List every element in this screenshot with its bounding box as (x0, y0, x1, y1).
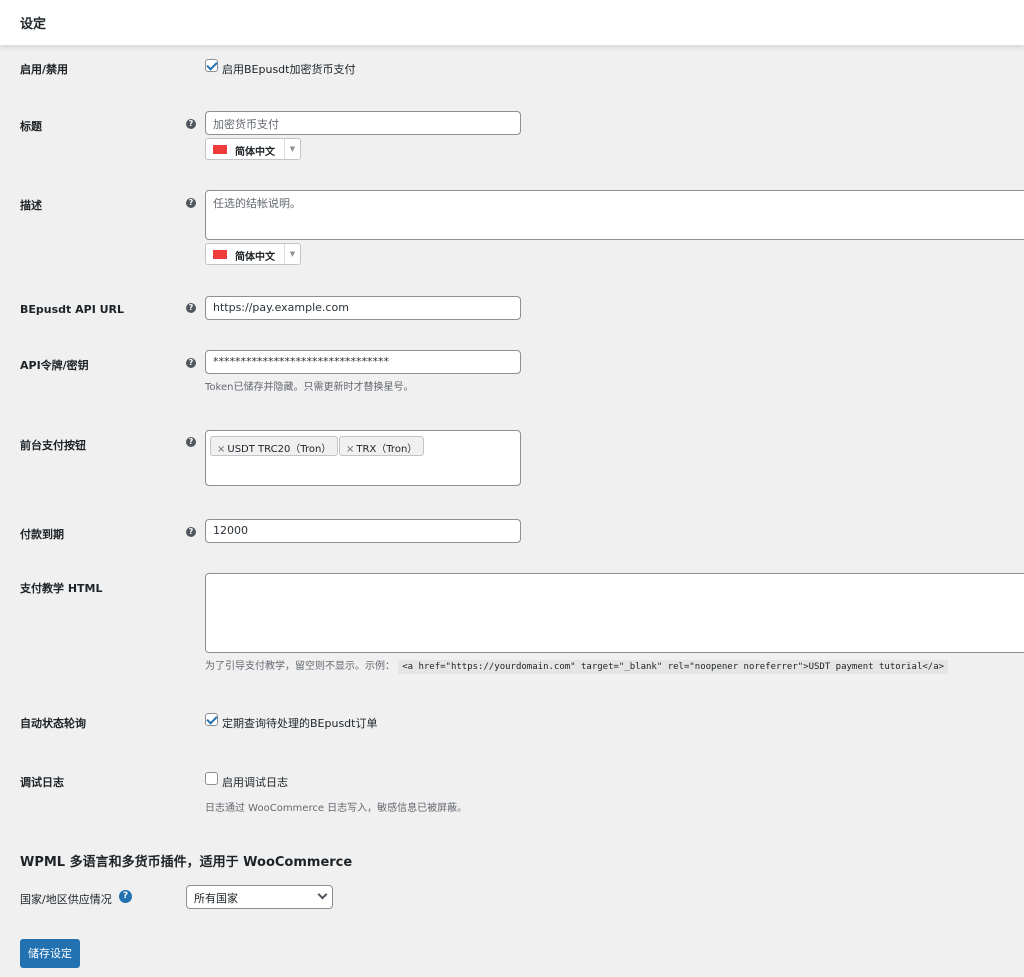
debug-log-checkbox[interactable] (205, 772, 218, 785)
title-language-select[interactable]: 简体中文 ▼ (205, 138, 301, 160)
api-token-label: API令牌/密钥 (20, 359, 89, 372)
page-title: 设定 (20, 17, 47, 32)
debug-log-label: 调试日志 (20, 776, 64, 789)
payment-buttons-label: 前台支付按钮 (20, 439, 86, 452)
auto-poll-label: 自动状态轮询 (20, 717, 86, 730)
payment-buttons-help-icon[interactable]: ? (186, 437, 196, 447)
api-token-input[interactable]: ******************************** (205, 350, 521, 374)
payment-buttons-multiselect[interactable]: × USDT TRC20（Tron） × TRX（Tron） (205, 430, 521, 486)
remove-tag-icon[interactable]: × (217, 444, 225, 455)
country-availability-label: 国家/地区供应情况 (20, 893, 112, 906)
enable-checkbox[interactable] (205, 59, 218, 72)
tutorial-html-description: 为了引导支付教学，留空则不显示。示例： <a href="https://you… (205, 657, 949, 674)
settings-header: 设定 (0, 0, 1024, 45)
auto-poll-checkbox-label: 定期查询待处理的BEpusdt订单 (222, 717, 378, 730)
country-select[interactable]: 所有国家 (186, 885, 333, 909)
chevron-down-icon (317, 889, 328, 900)
api-token-help-icon[interactable]: ? (186, 358, 196, 368)
description-help-icon[interactable]: ? (186, 198, 196, 208)
description-language-select[interactable]: 简体中文 ▼ (205, 243, 301, 265)
title-input[interactable]: 加密货币支付 (205, 111, 521, 135)
debug-log-description: 日志通过 WooCommerce 日志写入，敏感信息已被屏蔽。 (205, 803, 468, 814)
wpml-section-title: WPML 多语言和多货币插件，适用于 WooCommerce (20, 855, 353, 870)
country-select-value: 所有国家 (194, 892, 238, 905)
enable-checkbox-label: 启用BEpusdt加密货币支付 (222, 63, 356, 76)
tutorial-help-text: 为了引导支付教学，留空则不显示。示例： (205, 661, 395, 672)
dropdown-arrow-icon: ▼ (284, 244, 300, 264)
dropdown-arrow-icon: ▼ (284, 139, 300, 159)
china-flag-icon (213, 250, 227, 259)
auto-poll-checkbox[interactable] (205, 713, 218, 726)
country-help-icon[interactable]: ? (119, 890, 132, 903)
tutorial-example-code: <a href="https://yourdomain.com" target=… (398, 660, 949, 674)
expiry-input[interactable]: 12000 (205, 519, 521, 543)
tutorial-html-textarea[interactable] (205, 573, 1024, 653)
tag-label: USDT TRC20（Tron） (227, 444, 332, 455)
description-language-label: 简体中文 (235, 252, 275, 263)
title-help-icon[interactable]: ? (186, 119, 196, 129)
tag-label: TRX（Tron） (356, 444, 418, 455)
save-settings-button[interactable]: 储存设定 (20, 939, 80, 968)
enable-label: 启用/禁用 (20, 63, 69, 76)
china-flag-icon (213, 145, 227, 154)
tutorial-html-label: 支付教学 HTML (20, 582, 103, 595)
expiry-label: 付款到期 (20, 528, 64, 541)
description-textarea[interactable]: 任选的结帐说明。 (205, 190, 1024, 240)
api-url-input[interactable]: https://pay.example.com (205, 296, 521, 320)
api-url-help-icon[interactable]: ? (186, 303, 196, 313)
api-url-label: BEpusdt API URL (20, 303, 125, 316)
remove-tag-icon[interactable]: × (346, 444, 354, 455)
tag-usdt-trc20[interactable]: × USDT TRC20（Tron） (210, 436, 339, 456)
expiry-help-icon[interactable]: ? (186, 527, 196, 537)
tag-trx[interactable]: × TRX（Tron） (339, 436, 425, 456)
description-label: 描述 (20, 199, 42, 212)
title-language-label: 简体中文 (235, 147, 275, 158)
debug-log-checkbox-label: 启用调试日志 (222, 776, 288, 789)
api-token-description: Token已储存并隐藏。只需更新时才替换星号。 (205, 382, 414, 393)
title-label: 标题 (20, 120, 42, 133)
